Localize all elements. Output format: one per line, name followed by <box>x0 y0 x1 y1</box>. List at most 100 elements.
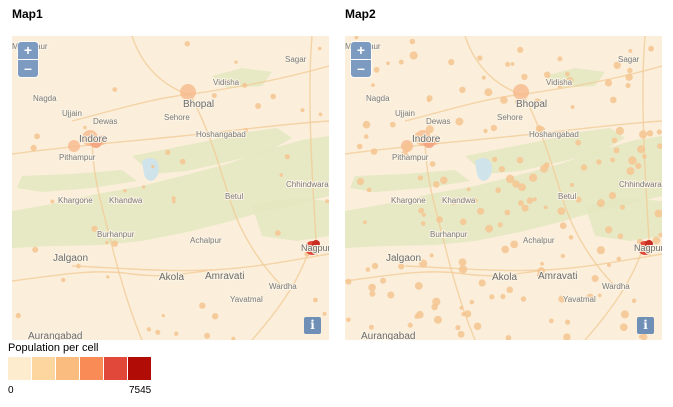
population-cell <box>597 293 602 298</box>
population-cell <box>501 245 509 254</box>
population-cell <box>409 51 418 60</box>
place-label: Amravati <box>538 271 577 282</box>
population-cell <box>389 121 396 128</box>
population-cell <box>492 156 498 162</box>
population-cell <box>540 261 544 266</box>
population-cell <box>151 164 155 169</box>
population-cell <box>543 205 548 210</box>
population-cell <box>512 180 520 188</box>
population-cell <box>317 46 322 51</box>
population-cell <box>279 173 284 177</box>
population-cell <box>610 157 615 163</box>
population-cell <box>459 86 466 93</box>
place-label: Nagpur <box>634 243 662 253</box>
population-cell <box>373 66 380 73</box>
place-label: Wardha <box>269 282 297 291</box>
population-cell <box>184 41 190 47</box>
population-cell <box>646 130 654 137</box>
map-tiles[interactable]: MandsaurSagarVidishaNagdaBhopalUjjainDew… <box>345 36 662 340</box>
population-cell <box>466 187 471 192</box>
population-cell <box>15 312 21 319</box>
population-cell <box>610 96 617 104</box>
population-cell <box>50 199 55 204</box>
population-cell <box>313 297 318 303</box>
population-cell <box>142 185 146 189</box>
population-cell <box>495 187 501 193</box>
place-label: Khargone <box>58 196 93 205</box>
population-cell <box>526 197 534 204</box>
map-canvas[interactable]: MandsaurSagarVidishaNagdaBhopalUjjainDew… <box>12 36 329 340</box>
info-button[interactable]: i <box>637 317 654 334</box>
population-cell <box>284 154 290 160</box>
population-cell <box>365 267 371 272</box>
population-cell <box>398 263 405 270</box>
population-cell <box>455 117 464 126</box>
place-label: Sagar <box>618 55 640 64</box>
place-label: Indore <box>412 134 441 145</box>
population-cell <box>425 125 434 134</box>
population-cell <box>478 279 486 287</box>
population-cell <box>510 62 515 66</box>
population-cell <box>204 332 211 339</box>
population-cell <box>504 209 511 216</box>
place-label: Wardha <box>602 282 630 291</box>
place-label: Dewas <box>93 117 117 126</box>
info-button[interactable]: i <box>304 317 321 334</box>
place-label: Pithampur <box>392 153 429 162</box>
population-cell <box>620 204 625 210</box>
zoom-in-button[interactable]: + <box>18 42 38 59</box>
population-cell <box>433 181 440 188</box>
population-cell <box>565 319 571 325</box>
population-cell <box>575 139 582 146</box>
place-label: Nagda <box>33 94 57 103</box>
place-label: Sagar <box>285 55 307 64</box>
population-cell <box>631 298 637 304</box>
population-cell <box>557 56 563 62</box>
population-cell <box>346 317 351 323</box>
population-cell <box>242 82 248 88</box>
population-cell <box>570 183 574 187</box>
population-cell <box>616 256 622 262</box>
map-tiles[interactable]: MandsaurSagarVidishaNagdaBhopalUjjainDew… <box>12 36 329 340</box>
place-label: Sehore <box>497 113 523 122</box>
population-cell <box>518 200 524 207</box>
population-cell <box>421 212 426 217</box>
population-cell <box>440 176 448 184</box>
population-cell <box>565 71 570 77</box>
place-label: Aurangabad <box>28 331 83 340</box>
population-cell <box>459 306 464 310</box>
population-cell <box>255 103 262 109</box>
population-cell <box>500 293 506 300</box>
population-cell <box>212 313 219 320</box>
population-cell <box>626 167 635 176</box>
population-cell <box>161 313 165 318</box>
population-cell <box>362 120 371 129</box>
population-cell <box>155 329 161 335</box>
map-canvas[interactable]: MandsaurSagarVidishaNagdaBhopalUjjainDew… <box>345 36 662 340</box>
population-cell <box>477 207 485 215</box>
population-cell <box>459 218 467 226</box>
population-cell <box>543 162 550 169</box>
zoom-out-button[interactable]: – <box>351 59 371 77</box>
place-label: Vidisha <box>213 78 240 87</box>
place-label: Sehore <box>164 113 190 122</box>
population-cell <box>506 286 514 294</box>
population-cell <box>123 189 127 193</box>
population-cell <box>469 299 475 305</box>
urban-area <box>180 84 196 100</box>
place-label: Khandwa <box>109 196 143 205</box>
zoom-in-button[interactable]: + <box>351 42 371 59</box>
place-label: Chhindwara <box>619 180 662 189</box>
zoom-out-button[interactable]: – <box>18 59 38 77</box>
population-cell <box>639 130 648 139</box>
population-cell <box>532 197 537 202</box>
population-cell <box>106 275 110 279</box>
population-cell <box>429 253 434 258</box>
population-cell <box>557 207 566 216</box>
population-cell <box>371 262 379 270</box>
population-cell <box>179 158 186 165</box>
population-cell <box>448 58 455 66</box>
place-label: Burhanpur <box>97 230 135 239</box>
population-cell <box>544 71 551 78</box>
population-cell <box>628 156 637 165</box>
